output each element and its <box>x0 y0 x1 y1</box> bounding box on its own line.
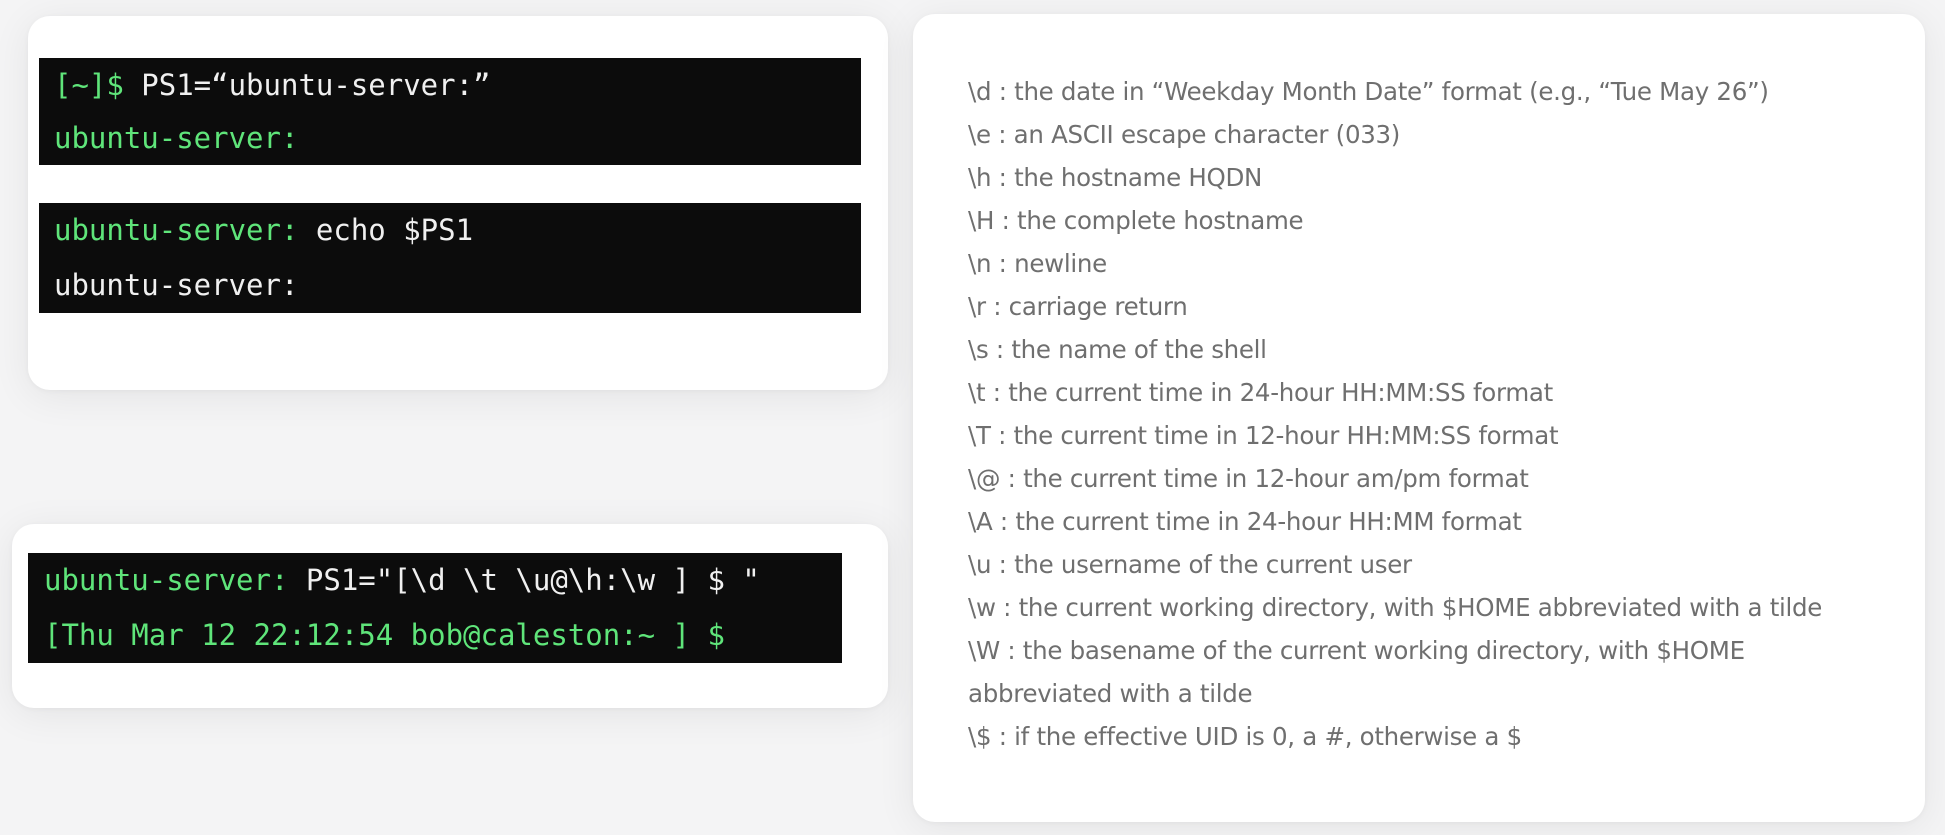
escape-e-item: \e : an ASCII escape character (033) <box>968 120 1401 149</box>
terminal-command-line: ubuntu-server: PS1="[\d \t \u@\h:\w ] $ … <box>44 563 760 597</box>
bottom-left-card: ubuntu-server: PS1="[\d \t \u@\h:\w ] $ … <box>12 524 888 708</box>
escape-t-item: \t : the current time in 24-hour HH:MM:S… <box>968 378 1553 407</box>
terminal-prompt: ubuntu-server: <box>54 213 299 247</box>
escape-d-item: \d : the date in “Weekday Month Date” fo… <box>968 77 1769 106</box>
terminal-command-line: ubuntu-server: echo $PS1 <box>54 213 473 247</box>
escape-W-item: \W : the basename of the current working… <box>968 636 1745 708</box>
terminal-command-line: [~]$ PS1=“ubuntu-server:” <box>54 68 491 102</box>
escape-A-item: \A : the current time in 24-hour HH:MM f… <box>968 507 1522 536</box>
terminal-output: ubuntu-server: <box>54 268 299 302</box>
escape-s-item: \s : the name of the shell <box>968 335 1267 364</box>
escape-w-item: \w : the current working directory, with… <box>968 593 1823 622</box>
escape-T-item: \T : the current time in 12-hour HH:MM:S… <box>968 421 1559 450</box>
escape-n-item: \n : newline <box>968 249 1107 278</box>
escape-at-item: \@ : the current time in 12-hour am/pm f… <box>968 464 1529 493</box>
terminal-result-prompt: [Thu Mar 12 22:12:54 bob@caleston:~ ] $ <box>44 618 725 652</box>
terminal-command: echo $PS1 <box>298 213 474 247</box>
escape-dollar-item: \$ : if the effective UID is 0, a #, oth… <box>968 722 1522 751</box>
terminal-set-ps1: [~]$ PS1=“ubuntu-server:” ubuntu-server: <box>39 58 861 165</box>
escape-u-item: \u : the username of the current user <box>968 550 1412 579</box>
terminal-prompt: ubuntu-server: <box>44 563 289 597</box>
escape-H-item: \H : the complete hostname <box>968 206 1304 235</box>
escape-h-item: \h : the hostname HQDN <box>968 163 1263 192</box>
terminal-output-prompt: ubuntu-server: <box>54 121 299 155</box>
escape-r-item: \r : carriage return <box>968 292 1188 321</box>
terminal-prompt: [~]$ <box>54 68 124 102</box>
escape-sequence-list: \d : the date in “Weekday Month Date” fo… <box>968 70 1868 758</box>
top-left-card: [~]$ PS1=“ubuntu-server:” ubuntu-server:… <box>28 16 888 390</box>
terminal-command: PS1="[\d \t \u@\h:\w ] $ " <box>288 563 760 597</box>
terminal-custom-ps1: ubuntu-server: PS1="[\d \t \u@\h:\w ] $ … <box>28 553 842 663</box>
terminal-echo-ps1: ubuntu-server: echo $PS1 ubuntu-server: <box>39 203 861 313</box>
terminal-command: PS1=“ubuntu-server:” <box>123 68 491 102</box>
